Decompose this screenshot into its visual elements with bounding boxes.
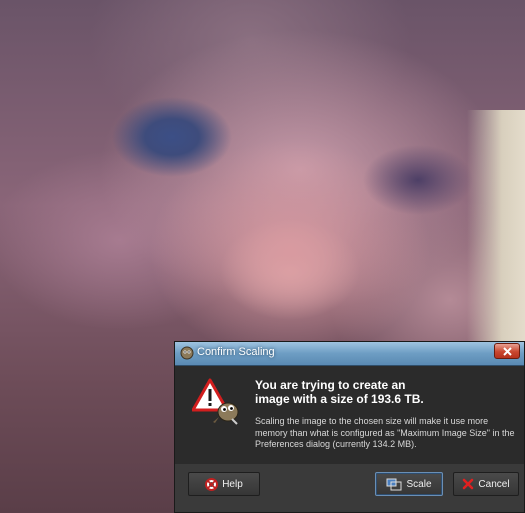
scale-icon xyxy=(386,478,402,490)
dialog-titlebar[interactable]: Confirm Scaling xyxy=(175,342,524,366)
close-button[interactable] xyxy=(494,343,520,359)
confirm-scaling-dialog: Confirm Scaling You are trying to create… xyxy=(174,341,525,513)
warning-icon xyxy=(192,378,239,425)
cancel-button[interactable]: Cancel xyxy=(453,472,519,496)
dialog-button-bar: Help Scale Cancel xyxy=(175,464,524,512)
help-button[interactable]: Help xyxy=(188,472,260,496)
close-icon xyxy=(503,347,512,356)
dialog-title: Confirm Scaling xyxy=(197,346,275,358)
cancel-label: Cancel xyxy=(478,478,510,490)
dialog-message: Scaling the image to the chosen size wil… xyxy=(255,416,515,449)
help-icon xyxy=(205,477,219,491)
gimp-icon xyxy=(180,346,194,360)
scale-label: Scale xyxy=(406,478,432,490)
background-wall xyxy=(467,110,525,350)
dialog-heading: You are trying to create an image with a… xyxy=(255,378,424,406)
scale-button[interactable]: Scale xyxy=(375,472,443,496)
cancel-icon xyxy=(463,478,474,490)
dialog-content: You are trying to create an image with a… xyxy=(175,366,524,464)
help-label: Help xyxy=(222,478,243,490)
